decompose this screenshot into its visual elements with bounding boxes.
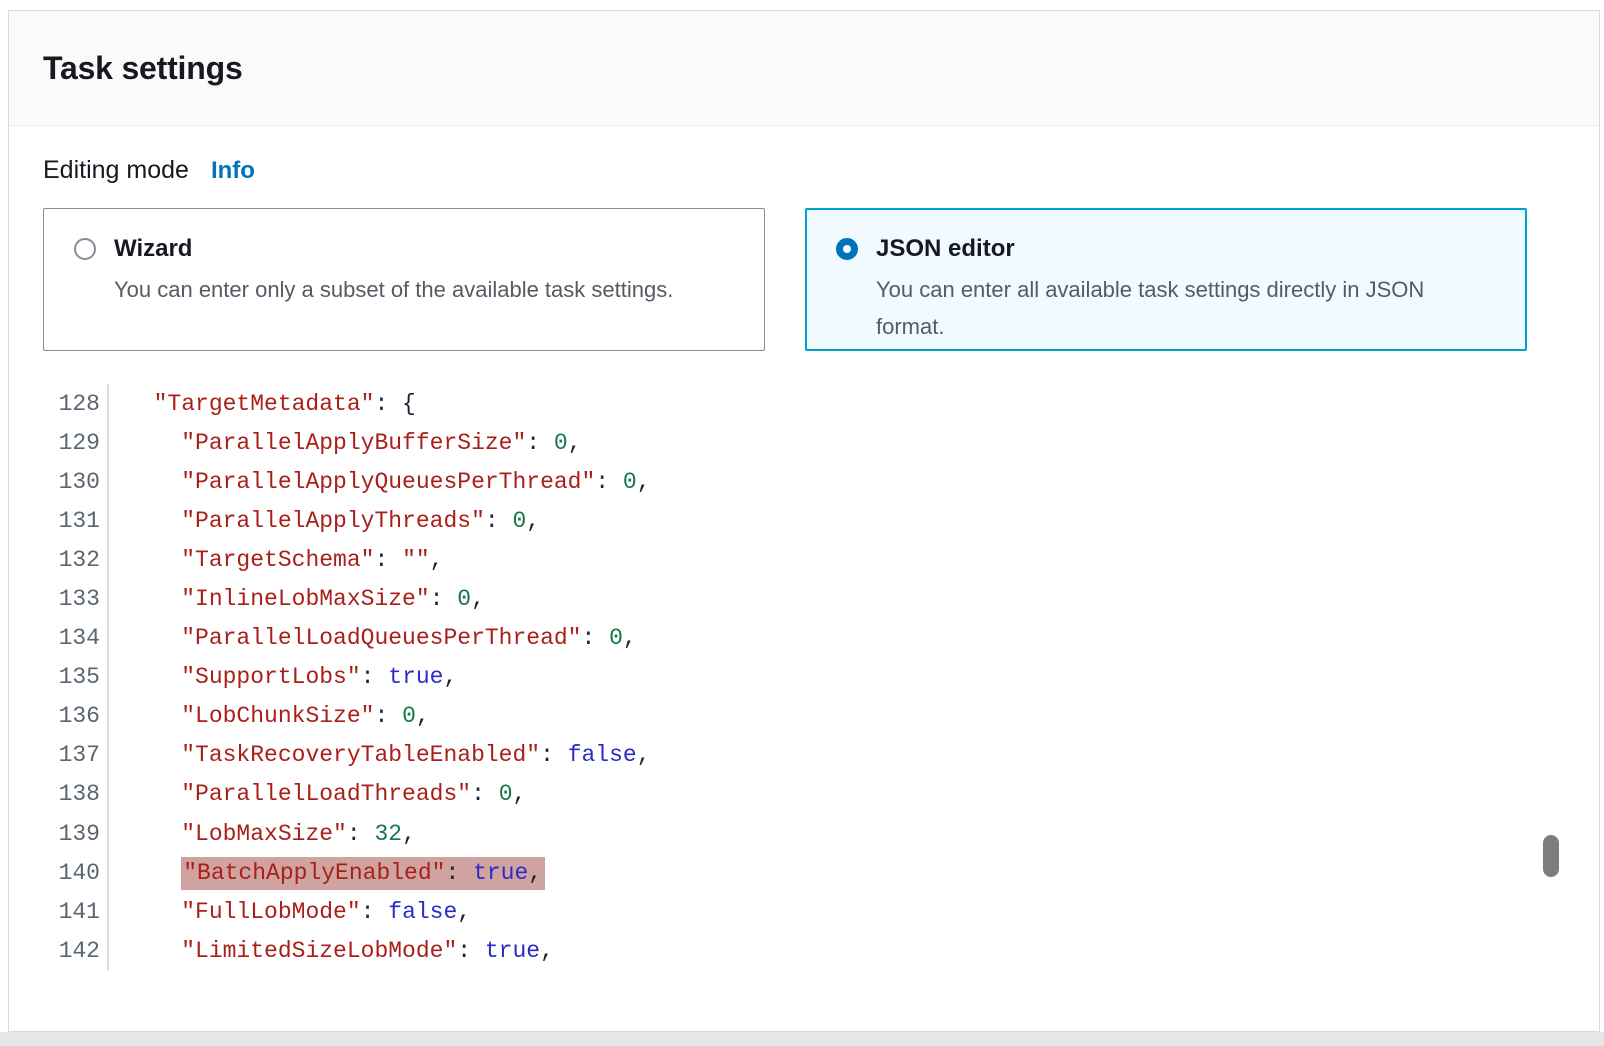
radio-unselected-icon[interactable] [74,238,96,260]
info-link[interactable]: Info [211,157,255,185]
code-line[interactable]: 138 "ParallelLoadThreads": 0, [9,775,1595,814]
option-description: You can enter only a subset of the avail… [114,271,673,308]
page-bottom-strip [0,1032,1604,1046]
code-text: "ParallelLoadThreads": 0, [109,781,526,807]
panel-header: Task settings [9,11,1599,126]
line-number: 129 [9,430,107,456]
line-number: 136 [9,703,107,729]
line-number: 134 [9,625,107,651]
code-line[interactable]: 134 "ParallelLoadQueuesPerThread": 0, [9,619,1595,658]
editing-mode-label: Editing mode [43,156,189,185]
code-text: "BatchApplyEnabled": true, [109,860,545,886]
code-line[interactable]: 141 "FullLobMode": false, [9,892,1595,931]
code-text: "TargetMetadata": { [109,391,416,417]
code-line[interactable]: 135 "SupportLobs": true, [9,658,1595,697]
line-number: 140 [9,860,107,886]
code-line[interactable]: 130 "ParallelApplyQueuesPerThread": 0, [9,462,1595,501]
code-text: "FullLobMode": false, [109,899,471,925]
editing-mode-options: Wizard You can enter only a subset of th… [43,208,1527,351]
vertical-scrollbar-thumb[interactable] [1543,835,1559,877]
code-line[interactable]: 133 "InlineLobMaxSize": 0, [9,579,1595,618]
code-line[interactable]: 128 "TargetMetadata": { [9,384,1595,423]
code-line[interactable]: 132 "TargetSchema": "", [9,540,1595,579]
code-line[interactable]: 136 "LobChunkSize": 0, [9,697,1595,736]
code-line[interactable]: 140 "BatchApplyEnabled": true, [9,853,1595,892]
code-text: "LobChunkSize": 0, [109,703,430,729]
line-number: 141 [9,899,107,925]
line-number: 139 [9,821,107,847]
json-editor[interactable]: 128 "TargetMetadata": {129 "ParallelAppl… [9,384,1595,970]
line-number: 130 [9,469,107,495]
code-text: "LobMaxSize": 32, [109,821,416,847]
code-text: "ParallelLoadQueuesPerThread": 0, [109,625,637,651]
line-number: 132 [9,547,107,573]
code-text: "LimitedSizeLobMode": true, [109,938,554,964]
code-text: "ParallelApplyThreads": 0, [109,508,540,534]
option-title: JSON editor [876,234,1476,264]
editing-mode-row: Editing mode Info [43,156,255,185]
code-text: "TaskRecoveryTableEnabled": false, [109,742,651,768]
option-title: Wizard [114,234,673,264]
code-line[interactable]: 131 "ParallelApplyThreads": 0, [9,501,1595,540]
line-number: 131 [9,508,107,534]
option-card-json-editor-content: JSON editor You can enter all available … [876,234,1476,325]
line-number: 133 [9,586,107,612]
panel-body: Editing mode Info Wizard You can enter o… [9,126,1599,1031]
code-text: "SupportLobs": true, [109,664,457,690]
code-line[interactable]: 139 "LobMaxSize": 32, [9,814,1595,853]
option-card-json-editor[interactable]: JSON editor You can enter all available … [805,208,1527,351]
code-line[interactable]: 129 "ParallelApplyBufferSize": 0, [9,423,1595,462]
radio-selected-icon[interactable] [836,238,858,260]
line-number: 128 [9,391,107,417]
code-text: "TargetSchema": "", [109,547,443,573]
line-number: 137 [9,742,107,768]
line-number: 142 [9,938,107,964]
line-number: 135 [9,664,107,690]
page-title: Task settings [43,50,243,87]
line-number: 138 [9,781,107,807]
code-line[interactable]: 137 "TaskRecoveryTableEnabled": false, [9,736,1595,775]
code-text: "InlineLobMaxSize": 0, [109,586,485,612]
task-settings-panel: Task settings Editing mode Info Wizard Y… [8,10,1600,1032]
code-text: "ParallelApplyBufferSize": 0, [109,430,582,456]
option-card-wizard-content: Wizard You can enter only a subset of th… [114,234,673,325]
code-text: "ParallelApplyQueuesPerThread": 0, [109,469,651,495]
option-card-wizard[interactable]: Wizard You can enter only a subset of th… [43,208,765,351]
code-line[interactable]: 142 "LimitedSizeLobMode": true, [9,931,1595,970]
highlighted-code: "BatchApplyEnabled": true, [181,857,545,890]
option-description: You can enter all available task setting… [876,271,1476,345]
